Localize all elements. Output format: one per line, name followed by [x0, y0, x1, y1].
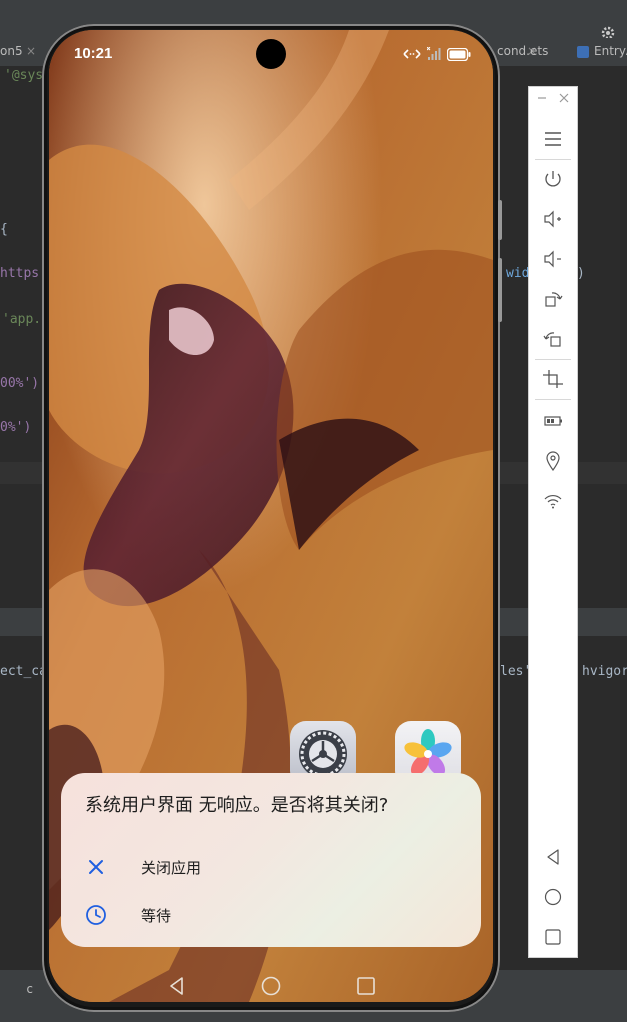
- phone-side-button: [498, 200, 502, 240]
- tab-entry[interactable]: EntryA: [594, 44, 627, 58]
- tab-close-icon[interactable]: ×: [26, 44, 36, 58]
- dialog-title: 系统用户界面 无响应。是否将其关闭?: [85, 795, 389, 816]
- clock-icon: [86, 905, 106, 925]
- back-icon[interactable]: [539, 843, 567, 871]
- recents-icon[interactable]: [539, 923, 567, 951]
- code-fragment: ): [577, 266, 585, 281]
- status-time: 10:21: [74, 45, 113, 62]
- tab-cond-ets[interactable]: cond.ets: [497, 44, 548, 58]
- console-line: ect_ca: [0, 664, 47, 679]
- app-not-responding-dialog: 系统用户界面 无响应。是否将其关闭? 关闭应用 等待: [61, 773, 481, 947]
- wifi-icon[interactable]: [539, 487, 567, 515]
- signal-icon: [427, 47, 441, 60]
- code-fragment: https:: [0, 266, 47, 281]
- recents-icon[interactable]: [356, 976, 376, 996]
- menu-icon[interactable]: [539, 125, 567, 153]
- phone-screen[interactable]: 10:21 系统用户界面 无响应。是否将其关闭? 关闭应用 等待: [49, 30, 493, 1002]
- tab-on5[interactable]: on5: [0, 44, 23, 58]
- close-icon[interactable]: [555, 89, 573, 107]
- code-fragment: wid: [506, 266, 530, 281]
- ide-title-strip: [0, 0, 627, 10]
- data-transfer-icon: [403, 49, 421, 59]
- ide-bottom-label[interactable]: c: [26, 982, 33, 996]
- power-icon[interactable]: [539, 165, 567, 193]
- close-app-option[interactable]: 关闭应用: [61, 845, 481, 889]
- home-icon[interactable]: [261, 976, 281, 996]
- minimize-icon[interactable]: [533, 89, 551, 107]
- battery-icon: [447, 47, 471, 61]
- volume-down-icon[interactable]: [539, 245, 567, 273]
- rotate-left-icon[interactable]: [539, 325, 567, 353]
- code-fragment: '@sys: [4, 68, 44, 83]
- home-icon[interactable]: [539, 883, 567, 911]
- close-icon: [89, 860, 103, 874]
- console-line: les': [500, 664, 532, 679]
- panel-divider: [535, 359, 571, 360]
- wait-option[interactable]: 等待: [61, 893, 481, 937]
- battery-icon[interactable]: [539, 407, 567, 435]
- status-bar: 10:21: [49, 30, 493, 80]
- panel-divider: [535, 399, 571, 400]
- close-app-label: 关闭应用: [141, 858, 202, 877]
- rotate-right-icon[interactable]: [539, 285, 567, 313]
- phone-side-button: [498, 258, 502, 322]
- panel-divider: [535, 159, 571, 160]
- code-fragment: {: [0, 222, 8, 237]
- front-camera: [256, 39, 286, 69]
- location-icon[interactable]: [539, 447, 567, 475]
- wait-label: 等待: [141, 906, 172, 925]
- screenshot-icon[interactable]: [539, 365, 567, 393]
- code-fragment: 00%'): [0, 376, 40, 391]
- navigation-bar: [49, 970, 493, 1002]
- code-fragment: 0%'): [0, 420, 32, 435]
- code-fragment: 'app.: [2, 312, 42, 327]
- back-icon[interactable]: [167, 976, 187, 996]
- emulator-control-panel: [528, 86, 578, 958]
- console-line: hvigor: [582, 664, 627, 679]
- volume-up-icon[interactable]: [539, 205, 567, 233]
- file-type-icon: [577, 46, 589, 58]
- status-icons: [403, 46, 471, 62]
